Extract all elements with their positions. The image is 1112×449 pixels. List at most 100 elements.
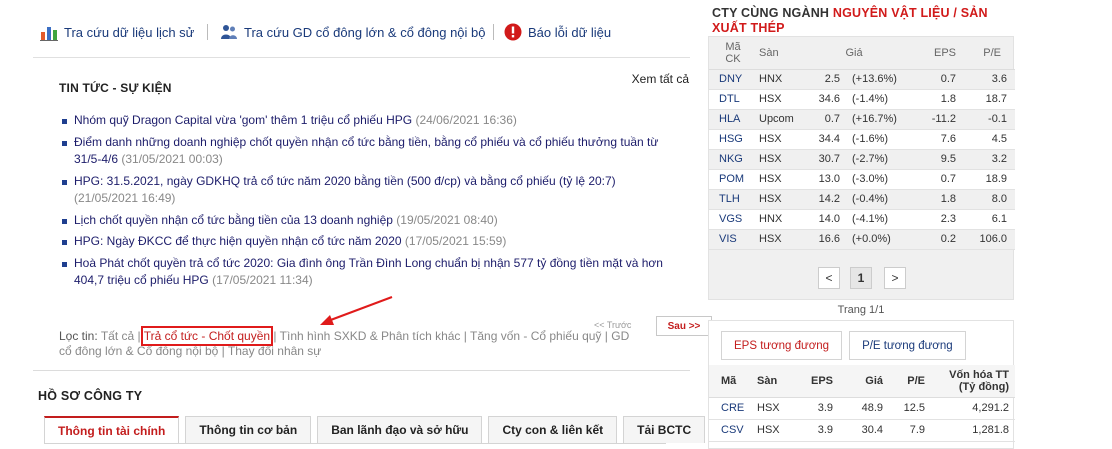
industry-page-1-button[interactable]: 1 (850, 267, 872, 289)
table-row[interactable]: DNY HNX 2.5 (+13.6%) 0.7 3.6 (709, 69, 1015, 90)
divider (207, 24, 208, 40)
news-item-date: (24/06/2021 16:36) (415, 113, 517, 127)
news-item-date: (17/05/2021 15:59) (404, 234, 507, 248)
table-row[interactable]: NKG HSX 30.7 (-2.7%) 9.5 3.2 (709, 149, 1015, 170)
ticker-cell[interactable]: CSV (709, 419, 749, 442)
industry-prev-page-button[interactable]: < (818, 267, 840, 289)
change-cell: (+13.6%) (844, 69, 904, 90)
company-profile-title: HỒ SƠ CÔNG TY (38, 389, 143, 403)
ticker-cell[interactable]: CRE (709, 397, 749, 420)
news-filter: Lọc tin: Tất cả | Trả cổ tức - Chốt quyề… (59, 326, 630, 358)
tab-leadership-ownership[interactable]: Ban lãnh đạo và sở hữu (317, 416, 483, 443)
history-data-link[interactable]: Tra cứu dữ liệu lịch sử (40, 22, 194, 42)
exchange-cell: HSX (749, 129, 804, 150)
tab-pe-equivalent[interactable]: P/E tương đương (849, 331, 966, 360)
news-section-title: TIN TỨC - SỰ KIỆN (59, 81, 172, 95)
ticker-cell[interactable]: DNY (709, 69, 749, 90)
tab-eps-equivalent[interactable]: EPS tương đương (721, 331, 843, 360)
tab-download-reports[interactable]: Tải BCTC (623, 416, 706, 443)
report-error-link[interactable]: Báo lỗi dữ liệu (504, 22, 611, 42)
industry-next-page-button[interactable]: > (884, 267, 906, 289)
ticker-cell[interactable]: HLA (709, 109, 749, 130)
table-row[interactable]: CRE HSX 3.9 48.9 12.5 4,291.2 (709, 397, 1015, 420)
table-header-row: Mã CK Sàn Giá EPS P/E (709, 37, 1015, 70)
price-cell: 48.9 (837, 397, 887, 420)
table-row[interactable]: DTL HSX 34.6 (-1.4%) 1.8 18.7 (709, 89, 1015, 110)
table-row[interactable]: VGS HNX 14.0 (-4.1%) 2.3 6.1 (709, 209, 1015, 230)
main-column: Tra cứu dữ liệu lịch sử Tra cứu GD cổ đô… (33, 0, 712, 449)
news-item-title[interactable]: Nhóm quỹ Dragon Capital vừa 'gom' thêm 1… (74, 113, 412, 127)
exchange-cell: HSX (749, 419, 787, 442)
eps-cell: 1.8 (904, 189, 958, 210)
table-row[interactable]: HLA Upcom 0.7 (+16.7%) -11.2 -0.1 (709, 109, 1015, 130)
exchange-cell: HSX (749, 169, 804, 190)
change-cell: (-1.6%) (844, 129, 904, 150)
filter-capital-increase[interactable]: Tăng vốn - Cổ phiếu quỹ (470, 329, 601, 343)
exchange-cell: HNX (749, 209, 804, 230)
col-pe: P/E (958, 37, 1015, 70)
ticker-cell[interactable]: HSG (709, 129, 749, 150)
change-cell: (+0.0%) (844, 229, 904, 250)
eps-cell: 9.5 (904, 149, 958, 170)
ticker-cell[interactable]: TLH (709, 189, 749, 210)
industry-table: Mã CK Sàn Giá EPS P/E DNY HNX 2.5 (+13.6%) 0… (709, 37, 1015, 250)
exchange-cell: HNX (749, 69, 804, 90)
table-header-row: Mã Sàn EPS Giá P/E Vốn hóa TT (Tỷ đồng) (709, 365, 1015, 398)
filter-all[interactable]: Tất cả (101, 329, 134, 343)
ticker-cell[interactable]: DTL (709, 89, 749, 110)
profile-tabs: Thông tin tài chính Thông tin cơ bản Ban… (44, 416, 711, 443)
industry-heading-prefix: CTY CÙNG NGÀNH (712, 6, 830, 20)
change-cell: (+16.7%) (844, 109, 904, 130)
ticker-cell[interactable]: POM (709, 169, 749, 190)
shareholder-trading-link[interactable]: Tra cứu GD cổ đông lớn & cổ đông nội bộ (220, 22, 486, 42)
price-cell: 13.0 (804, 169, 844, 190)
ticker-cell[interactable]: NKG (709, 149, 749, 170)
eps-cell: -11.2 (904, 109, 958, 130)
eps-cell: 2.3 (904, 209, 958, 230)
exchange-cell: HSX (749, 149, 804, 170)
col-san: Sàn (749, 37, 804, 70)
sidebar: CTY CÙNG NGÀNH NGUYÊN VẬT LIỆU / SẢN XUẤ… (708, 0, 1015, 449)
market-cap-cell: 1,281.8 (935, 419, 1015, 442)
news-item-title[interactable]: Lịch chốt quyền nhận cổ tức bằng tiền củ… (74, 213, 393, 227)
ticker-cell[interactable]: VGS (709, 209, 749, 230)
error-icon (504, 23, 522, 41)
tab-financial-info[interactable]: Thông tin tài chính (44, 416, 180, 443)
price-cell: 0.7 (804, 109, 844, 130)
news-item: HPG: 31.5.2021, ngày GDKHQ trả cổ tức nă… (59, 173, 674, 208)
filter-dividend[interactable]: Trả cổ tức - Chốt quyền (140, 326, 274, 346)
news-next-button[interactable]: Sau >> (656, 316, 712, 336)
news-item-title[interactable]: Hoà Phát chốt quyền trả cổ tức 2020: Gia… (74, 256, 663, 288)
pe-cell: 12.5 (887, 397, 935, 420)
news-list: Nhóm quỹ Dragon Capital vừa 'gom' thêm 1… (59, 112, 674, 294)
price-cell: 14.2 (804, 189, 844, 210)
table-row[interactable]: HSG HSX 34.4 (-1.6%) 7.6 4.5 (709, 129, 1015, 150)
news-item-title[interactable]: HPG: Ngày ĐKCC để thực hiện quyền nhận c… (74, 234, 402, 248)
pe-cell: 6.1 (958, 209, 1015, 230)
price-cell: 30.7 (804, 149, 844, 170)
divider (493, 24, 494, 40)
pe-cell: 106.0 (958, 229, 1015, 250)
pe-cell: 3.6 (958, 69, 1015, 90)
tab-basic-info[interactable]: Thông tin cơ bản (185, 416, 312, 443)
filter-business-analysis[interactable]: Tình hình SXKD & Phân tích khác (280, 329, 461, 343)
col-gia: Giá (837, 365, 887, 398)
tab-subsidiaries[interactable]: Cty con & liên kết (488, 416, 618, 443)
table-row[interactable]: VIS HSX 16.6 (+0.0%) 0.2 106.0 (709, 229, 1015, 250)
price-cell: 2.5 (804, 69, 844, 90)
see-all-link[interactable]: Xem tất cả (632, 72, 689, 86)
table-row[interactable]: POM HSX 13.0 (-3.0%) 0.7 18.9 (709, 169, 1015, 190)
change-cell: (-2.7%) (844, 149, 904, 170)
bar-chart-icon (40, 23, 58, 41)
table-row[interactable]: CSV HSX 3.9 30.4 7.9 1,281.8 (709, 419, 1015, 442)
news-item-title[interactable]: HPG: 31.5.2021, ngày GDKHQ trả cổ tức nă… (74, 174, 616, 188)
eps-cell: 3.9 (787, 419, 837, 442)
col-gia: Giá (804, 37, 904, 70)
table-row[interactable]: TLH HSX 14.2 (-0.4%) 1.8 8.0 (709, 189, 1015, 210)
filter-personnel-change[interactable]: Thay đổi nhân sự (228, 344, 321, 358)
col-pe: P/E (887, 365, 935, 398)
pe-cell: 7.9 (887, 419, 935, 442)
exchange-cell: HSX (749, 89, 804, 110)
eps-cell: 0.7 (904, 69, 958, 90)
ticker-cell[interactable]: VIS (709, 229, 749, 250)
